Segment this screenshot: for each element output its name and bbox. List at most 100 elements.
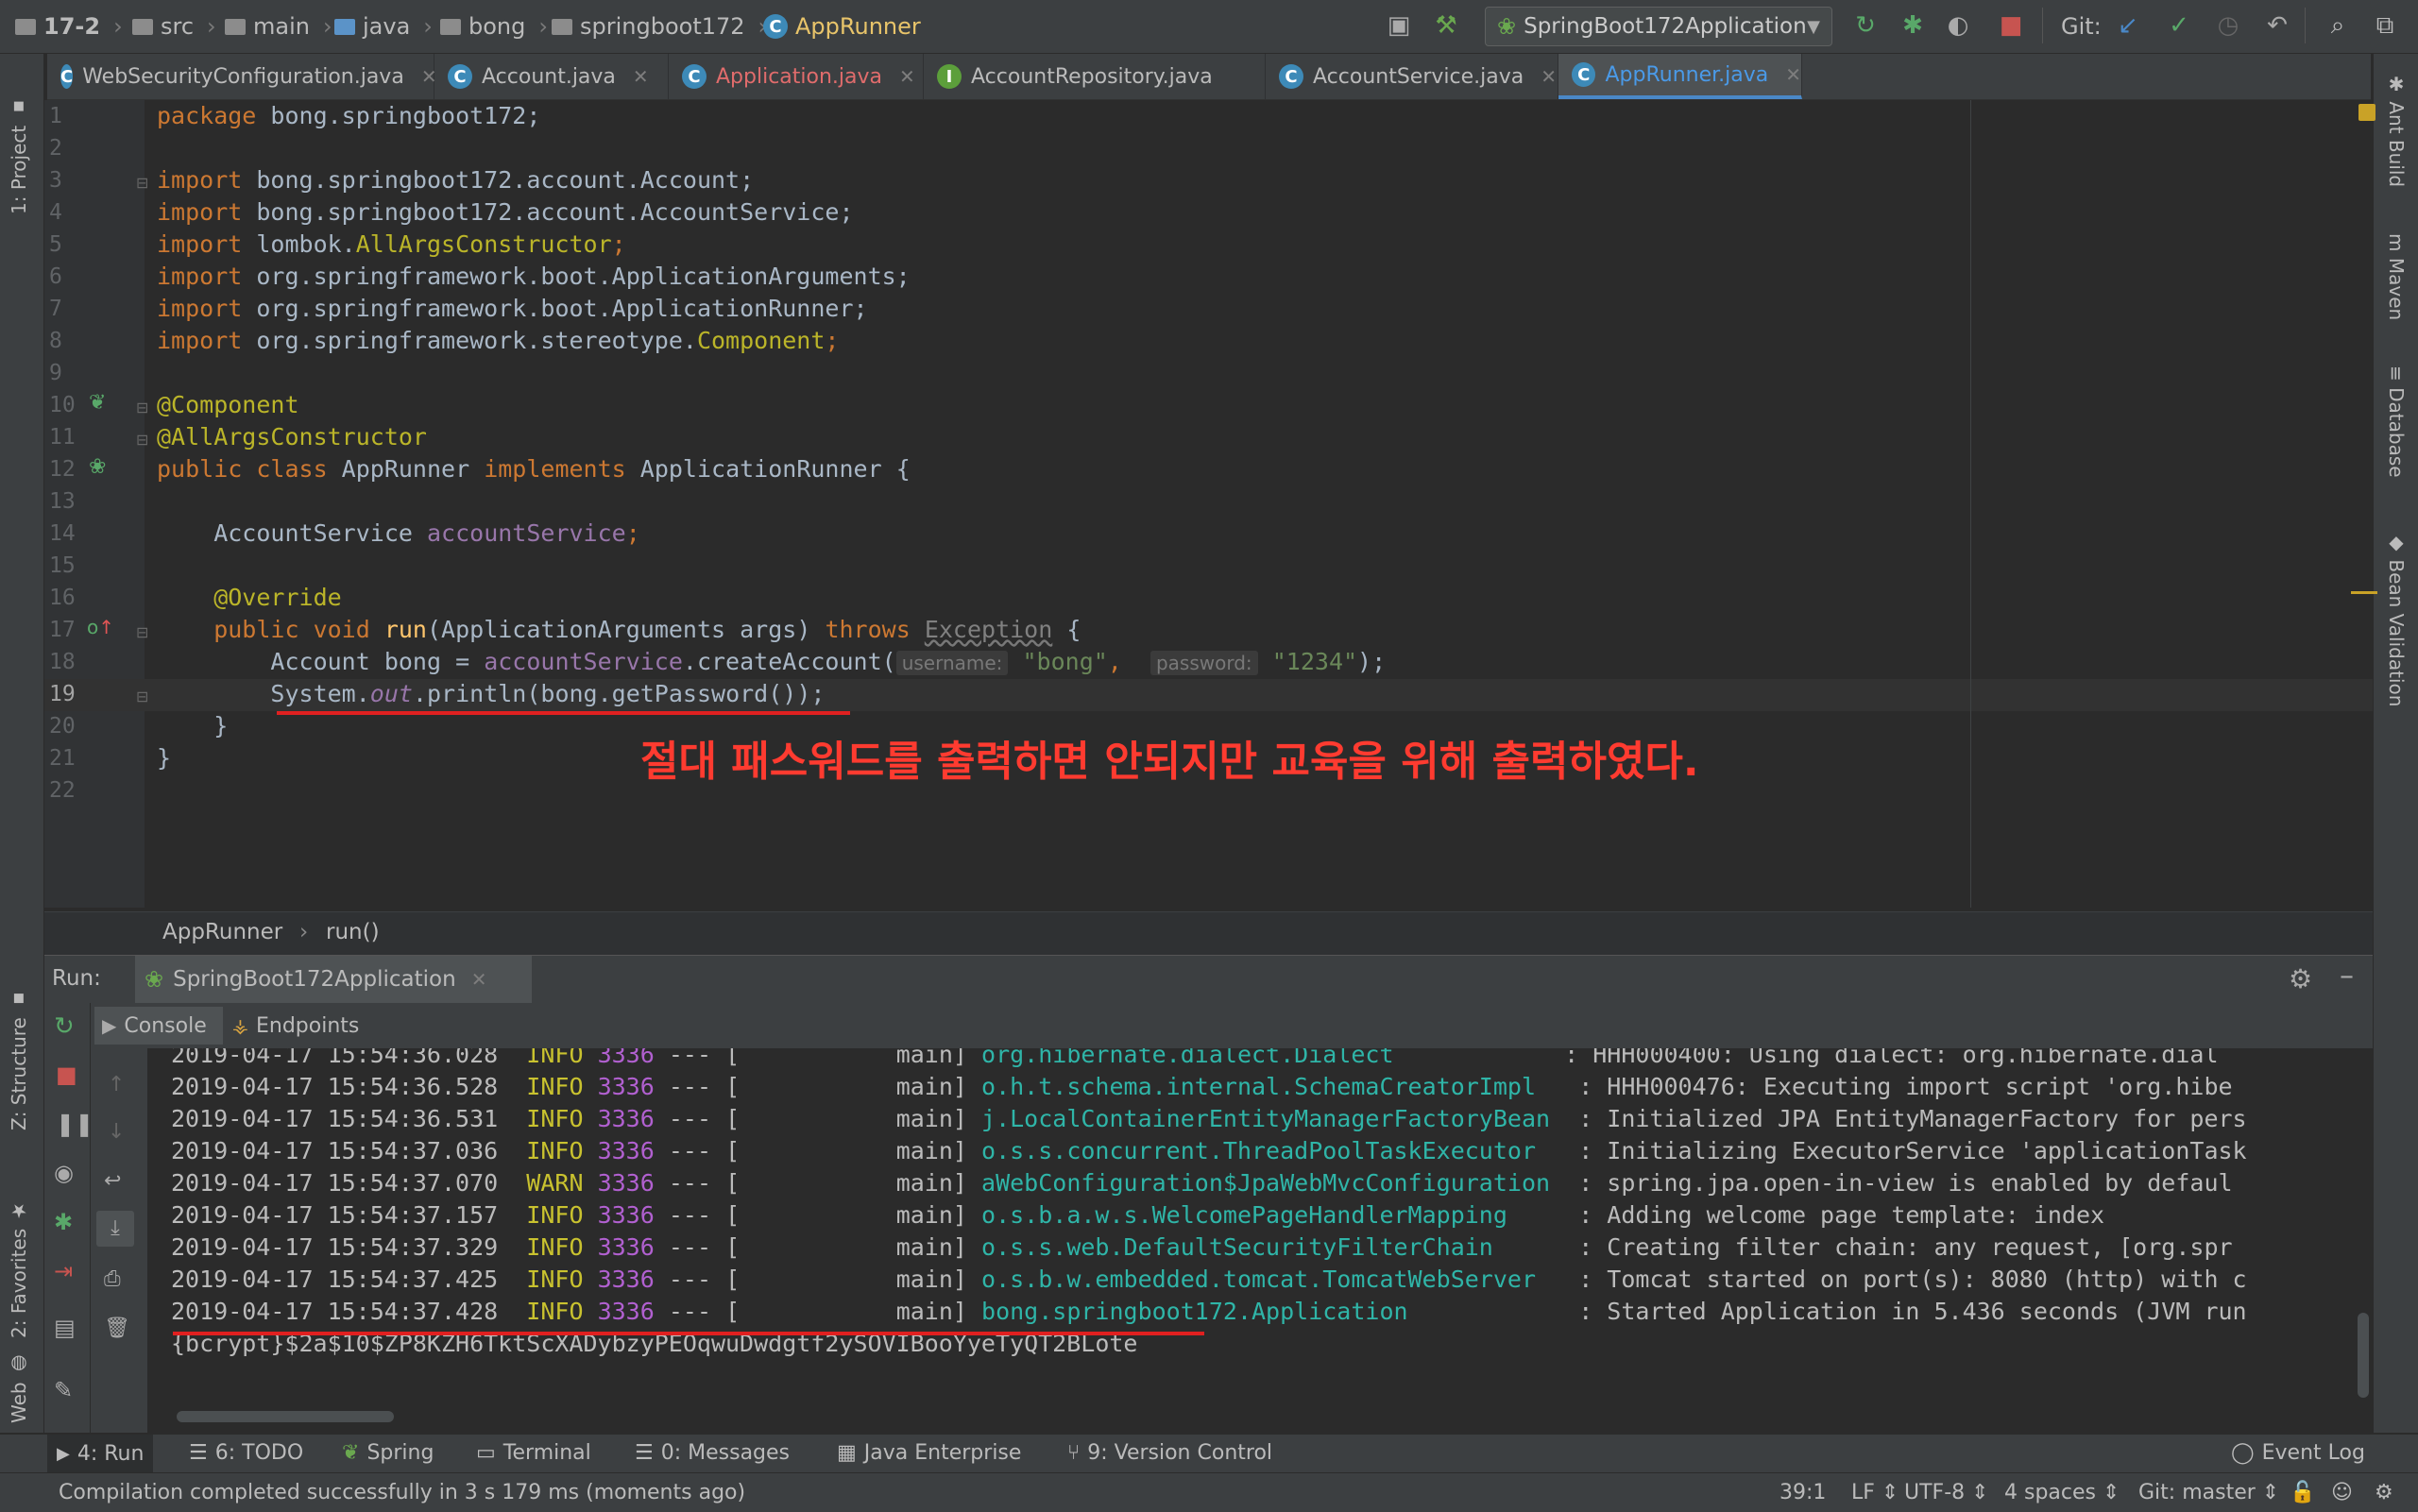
tool-window-messages[interactable]: ☰ 0: Messages	[635, 1441, 790, 1465]
tool-window-run[interactable]: ▶ 4: Run	[47, 1435, 154, 1472]
breadcrumb-project[interactable]: 17-2 ›	[15, 13, 123, 40]
scroll-to-end-icon[interactable]: ⤓	[96, 1211, 134, 1247]
tab-endpoints[interactable]: ⚶ Endpoints	[229, 1007, 359, 1045]
indent-select[interactable]: 4 spaces ⇕	[2004, 1481, 2120, 1504]
git-history-icon[interactable]: ◷	[2214, 11, 2242, 40]
caret-position[interactable]: 39:1	[1779, 1481, 1826, 1504]
tool-window-version-control[interactable]: ⑂ 9: Version Control	[1067, 1441, 1272, 1465]
tool-window-java-enterprise[interactable]: ▦ Java Enterprise	[837, 1441, 1021, 1465]
tab-application[interactable]: C Application.java ✕	[669, 54, 924, 99]
breadcrumb-src[interactable]: src ›	[132, 13, 216, 40]
pin-icon[interactable]: ✎	[54, 1377, 73, 1403]
bean-validation-tool-button[interactable]: ◆ Bean Validation	[2385, 531, 2408, 776]
breadcrumb-label: springboot172	[580, 13, 745, 40]
layout-icon[interactable]: ▣	[1385, 11, 1413, 40]
tool-window-label: Java Enterprise	[863, 1441, 1022, 1465]
layout-icon[interactable]: ▤	[54, 1315, 76, 1341]
breadcrumb-bong[interactable]: bong ›	[440, 13, 548, 40]
tab-account[interactable]: C Account.java ✕	[434, 54, 669, 99]
rerun-icon[interactable]: ↻	[54, 1012, 75, 1041]
run-config-tab-label: SpringBoot172Application	[173, 967, 456, 992]
debug-bug-icon[interactable]: ✱	[1899, 11, 1927, 40]
status-message[interactable]: Compilation completed successfully in 3 …	[59, 1481, 745, 1504]
line-number: 1	[49, 104, 62, 128]
run-configuration-select[interactable]: ❀ SpringBoot172Application ▼	[1485, 7, 1832, 46]
git-branch-select[interactable]: Git: master ⇕	[2138, 1481, 2279, 1504]
spring-bean-gutter-icon[interactable]: ❀	[89, 455, 106, 479]
database-tool-button[interactable]: ≡ Database	[2385, 365, 2408, 535]
tool-window-bar: ▶ 4: Run ☰ 6: TODO ❦ Spring ▭ Terminal ☰ 0: M…	[0, 1434, 2418, 1472]
editor-breadcrumb-method[interactable]: run()	[326, 920, 380, 944]
event-log-button[interactable]: ◯ Event Log	[2231, 1441, 2365, 1465]
git-commit-icon[interactable]: ✓	[2165, 11, 2193, 40]
tool-label: 1: Project	[8, 125, 30, 214]
breadcrumb-springboot172[interactable]: springboot172›	[552, 13, 767, 40]
minimize-icon[interactable]: –	[2340, 960, 2354, 993]
tab-label: AccountRepository.java	[971, 64, 1213, 89]
fold-icon[interactable]: ⊟	[136, 399, 148, 416]
hector-icon[interactable]: ☺	[2331, 1481, 2353, 1504]
tool-label: Maven	[2385, 257, 2408, 321]
close-icon[interactable]: ✕	[1785, 63, 1801, 86]
camera-icon[interactable]: ◉	[54, 1160, 74, 1186]
implements-method-gutter-icon[interactable]: o↑	[87, 616, 114, 638]
web-tool-button[interactable]: Web ◍	[8, 1329, 30, 1423]
gear-icon[interactable]: ⚙	[2289, 963, 2312, 994]
structure-tool-button[interactable]: Z: Structure ▪	[8, 960, 30, 1130]
tool-window-spring[interactable]: ❦ Spring	[342, 1441, 434, 1465]
fold-icon[interactable]: ⊟	[136, 174, 148, 192]
horizontal-scrollbar[interactable]	[177, 1411, 394, 1422]
favorites-tool-button[interactable]: 2: Favorites ★	[8, 1149, 30, 1338]
console-output[interactable]: 2019-04-17 15:54:36.028 INFO 3336 --- [ …	[151, 1048, 2371, 1433]
fold-icon[interactable]: ⊟	[136, 688, 148, 705]
close-icon[interactable]: ✕	[899, 65, 915, 88]
git-revert-icon[interactable]: ↶	[2263, 11, 2291, 40]
search-icon[interactable]: ⌕	[2324, 11, 2352, 40]
code-line: Account bong = accountService.createAcco…	[157, 648, 1387, 675]
close-icon[interactable]: ✕	[471, 968, 487, 991]
spring-bean-gutter-icon[interactable]: ❦	[89, 391, 106, 415]
tool-window-todo[interactable]: ☰ 6: TODO	[189, 1441, 303, 1465]
git-update-icon[interactable]: ↙	[2114, 11, 2142, 40]
breadcrumb-main[interactable]: main ›	[225, 13, 332, 40]
arrow-down-icon[interactable]: ↓	[108, 1120, 125, 1144]
fold-icon[interactable]: ⊟	[136, 431, 148, 449]
log-line: 2019-04-17 15:54:37.157 INFO 3336 --- [ …	[171, 1201, 2105, 1229]
exit-icon[interactable]: ⇥	[54, 1258, 73, 1284]
breadcrumb-apprunner[interactable]: C AppRunner	[763, 13, 921, 40]
endpoints-icon: ⚶	[232, 1014, 248, 1037]
print-icon[interactable]: ⎙	[104, 1267, 121, 1291]
coverage-icon[interactable]: ◐	[1944, 11, 1972, 40]
run-panel-header: Run: ❀ SpringBoot172Application ✕ ⚙ –	[44, 955, 2373, 1003]
encoding-select[interactable]: UTF-8 ⇕	[1904, 1481, 1989, 1504]
tab-accountservice[interactable]: C AccountService.java ✕	[1266, 54, 1558, 99]
arrow-up-icon[interactable]: ↑	[108, 1073, 125, 1096]
close-icon[interactable]: ✕	[1541, 65, 1557, 88]
stop-icon[interactable]: ■	[56, 1062, 77, 1088]
tool-window-terminal[interactable]: ▭ Terminal	[476, 1441, 591, 1465]
project-tool-button[interactable]: 1: Project ▪	[8, 73, 30, 214]
line-separator-select[interactable]: LF ⇕	[1851, 1481, 1899, 1504]
debug-bug-icon[interactable]: ✱	[54, 1209, 73, 1235]
pause-icon[interactable]: ❚❚	[56, 1111, 94, 1137]
editor-breadcrumb-class[interactable]: AppRunner	[162, 920, 282, 944]
ant-build-tool-button[interactable]: ✱ Ant Build	[2385, 73, 2408, 224]
tab-websecurityconfiguration[interactable]: C WebSecurityConfiguration.java ✕	[47, 54, 437, 99]
run-config-tab[interactable]: ❀ SpringBoot172Application ✕	[135, 956, 532, 1003]
memory-indicator-icon[interactable]: ⚙	[2375, 1481, 2393, 1504]
trash-icon[interactable]: 🗑	[104, 1317, 130, 1340]
tab-console[interactable]: ▶ Console	[94, 1007, 223, 1045]
build-hammer-icon[interactable]: ⚒	[1432, 11, 1460, 40]
tab-apprunner[interactable]: C AppRunner.java ✕	[1558, 54, 1802, 99]
maven-tool-button[interactable]: m Maven	[2385, 233, 2408, 375]
rerun-icon[interactable]: ↻	[1851, 11, 1880, 40]
stop-icon[interactable]: ■	[1997, 11, 2025, 40]
fold-icon[interactable]: ⊟	[136, 623, 148, 641]
close-icon[interactable]: ✕	[633, 65, 649, 88]
tab-accountrepository[interactable]: I AccountRepository.java	[924, 54, 1266, 99]
vertical-scrollbar[interactable]	[2358, 1313, 2369, 1398]
vcs-operations-icon[interactable]: ⧉	[2371, 11, 2399, 40]
lock-icon[interactable]: 🔓	[2290, 1481, 2315, 1504]
breadcrumb-java[interactable]: java ›	[334, 13, 433, 40]
soft-wrap-icon[interactable]: ↩	[104, 1169, 121, 1193]
